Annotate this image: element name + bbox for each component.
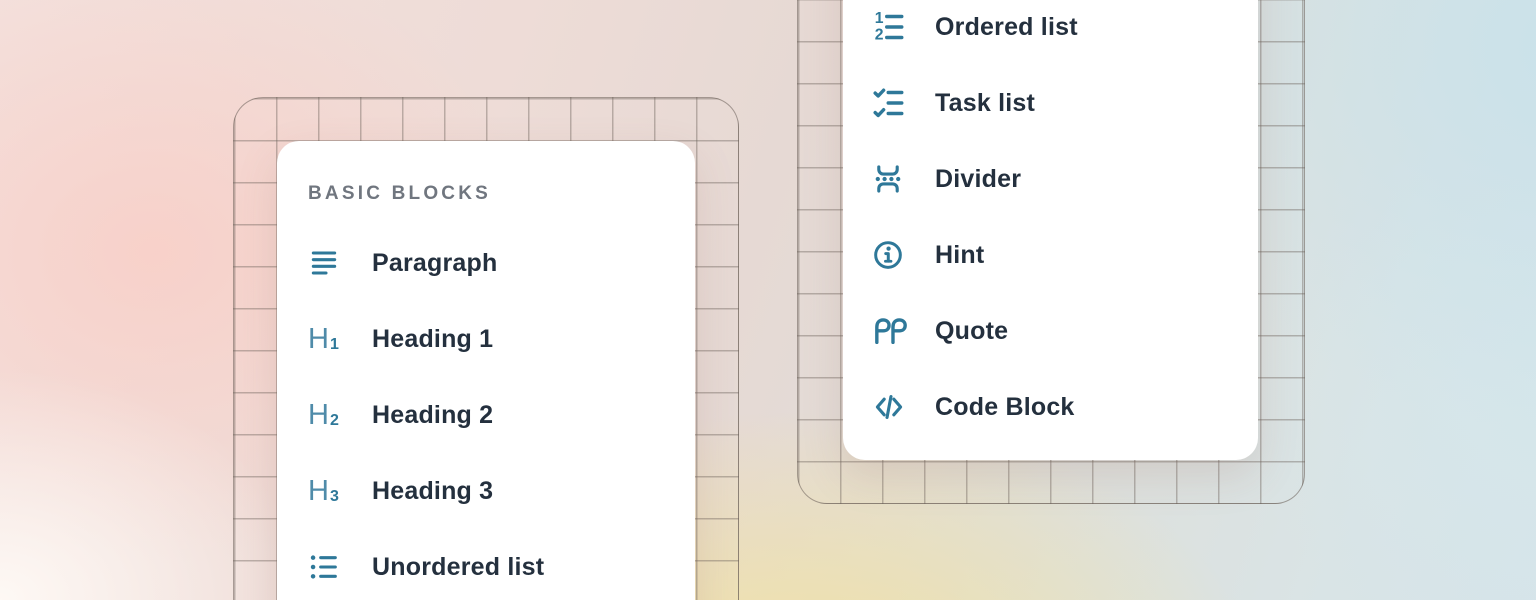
menu-item-code-block[interactable]: Code Block — [843, 369, 1258, 445]
menu-item-hint[interactable]: Hint — [843, 217, 1258, 293]
menu-item-list: 1 2 Ordered list Task list — [843, 0, 1258, 445]
basic-blocks-menu: BASIC BLOCKS Paragraph H1 Heading 1 H2 H… — [277, 141, 695, 600]
menu-item-label: Heading 2 — [372, 401, 493, 430]
hint-icon — [871, 238, 915, 272]
heading-3-icon: H3 — [308, 477, 352, 506]
menu-item-label: Quote — [935, 317, 1008, 346]
paragraph-icon — [308, 247, 352, 279]
heading-icon-letter: H — [308, 325, 329, 354]
ordered-list-icon: 1 2 — [871, 9, 915, 45]
menu-item-task-list[interactable]: Task list — [843, 65, 1258, 141]
menu-item-label: Divider — [935, 165, 1021, 194]
menu-item-label: Paragraph — [372, 249, 497, 278]
ordered-list-digit-1: 1 — [875, 10, 884, 27]
heading-2-icon: H2 — [308, 401, 352, 430]
menu-item-label: Task list — [935, 89, 1035, 118]
heading-icon-level: 3 — [330, 489, 339, 505]
menu-item-divider[interactable]: Divider — [843, 141, 1258, 217]
insert-blocks-menu: 1 2 Ordered list Task list — [843, 0, 1258, 460]
menu-item-heading-3[interactable]: H3 Heading 3 — [277, 453, 695, 529]
menu-item-label: Unordered list — [372, 553, 544, 582]
menu-item-ordered-list[interactable]: 1 2 Ordered list — [843, 0, 1258, 65]
menu-item-paragraph[interactable]: Paragraph — [277, 225, 695, 301]
task-list-icon — [871, 85, 915, 121]
menu-item-label: Code Block — [935, 393, 1075, 422]
divider-icon — [871, 162, 915, 196]
menu-item-label: Ordered list — [935, 13, 1078, 42]
menu-item-list: Paragraph H1 Heading 1 H2 Heading 2 H3 H… — [277, 225, 695, 600]
menu-item-quote[interactable]: Quote — [843, 293, 1258, 369]
quote-icon — [871, 314, 915, 348]
heading-icon-level: 2 — [330, 413, 339, 429]
ordered-list-digit-2: 2 — [875, 27, 884, 44]
menu-item-heading-2[interactable]: H2 Heading 2 — [277, 377, 695, 453]
menu-item-label: Hint — [935, 241, 984, 270]
menu-item-label: Heading 3 — [372, 477, 493, 506]
menu-item-unordered-list[interactable]: Unordered list — [277, 529, 695, 600]
code-block-icon — [871, 390, 915, 424]
menu-item-label: Heading 1 — [372, 325, 493, 354]
heading-icon-letter: H — [308, 477, 329, 506]
menu-section-header: BASIC BLOCKS — [308, 183, 491, 205]
menu-item-heading-1[interactable]: H1 Heading 1 — [277, 301, 695, 377]
unordered-list-icon — [308, 551, 352, 583]
heading-icon-level: 1 — [330, 337, 339, 353]
heading-1-icon: H1 — [308, 325, 352, 354]
hero-background: BASIC BLOCKS Paragraph H1 Heading 1 H2 H… — [0, 0, 1536, 600]
heading-icon-letter: H — [308, 401, 329, 430]
